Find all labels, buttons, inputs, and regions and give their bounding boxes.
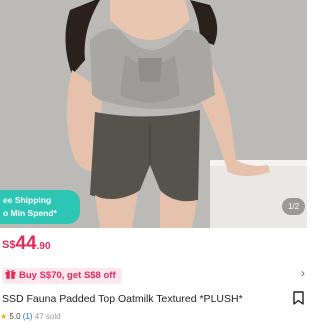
price: S$44.90 (2, 233, 51, 255)
promo-chip[interactable]: Buy S$70, get S$8 off (2, 268, 122, 284)
product-title: SSD Fauna Padded Top Oatmilk Textured *P… (2, 293, 243, 305)
free-shipping-line-2: o Min Spend* (3, 208, 57, 218)
free-shipping-badge: ee Shipping o Min Spend* (0, 190, 80, 224)
price-decimal: .90 (36, 241, 51, 252)
product-image-gallery[interactable]: ee Shipping o Min Spend* 1/2 (0, 0, 307, 228)
chevron-right-icon[interactable]: › (301, 266, 305, 280)
price-integer: 44 (15, 233, 37, 254)
bookmark-icon[interactable] (293, 291, 304, 305)
promo-row[interactable]: Buy S$70, get S$8 off › (2, 265, 307, 284)
gift-icon (5, 269, 16, 279)
rating-row: ★ 5.0 (1) 47 sold (0, 312, 61, 324)
price-currency: S$ (2, 239, 16, 251)
free-shipping-line-1: ee Shipping (3, 195, 52, 205)
image-page-counter: 1/2 (282, 198, 305, 215)
promo-text: Buy S$70, get S$8 off (19, 270, 116, 281)
